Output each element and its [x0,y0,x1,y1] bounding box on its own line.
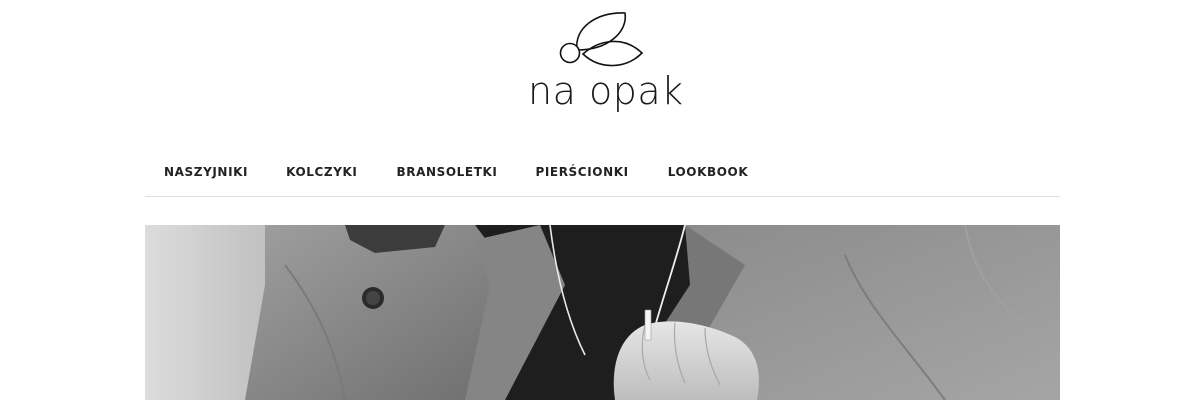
leaf-berry-icon [559,12,644,67]
main-navigation: NASZYJNIKI KOLCZYKI BRANSOLETKI PIERŚCIO… [145,150,1060,197]
nav-item-pierscionki: PIERŚCIONKI [535,150,628,194]
page: na opak NASZYJNIKI KOLCZYKI BRANSOLETKI … [0,0,1200,400]
nav-link-bransoletki[interactable]: BRANSOLETKI [396,150,497,194]
nav-item-bransoletki: BRANSOLETKI [396,150,497,194]
nav-link-lookbook[interactable]: LOOKBOOK [668,150,749,194]
nav-link-naszyjniki[interactable]: NASZYJNIKI [164,150,248,194]
hero-photo [145,225,1060,400]
hero-image [145,225,1060,400]
nav-link-pierscionki[interactable]: PIERŚCIONKI [535,150,628,194]
nav-item-naszyjniki: NASZYJNIKI [164,150,248,194]
logo-text: na opak [528,69,684,113]
nav-link-kolczyki[interactable]: KOLCZYKI [286,150,357,194]
nav-item-kolczyki: KOLCZYKI [286,150,357,194]
nav-item-lookbook: LOOKBOOK [668,150,749,194]
site-logo[interactable]: na opak [520,6,690,118]
